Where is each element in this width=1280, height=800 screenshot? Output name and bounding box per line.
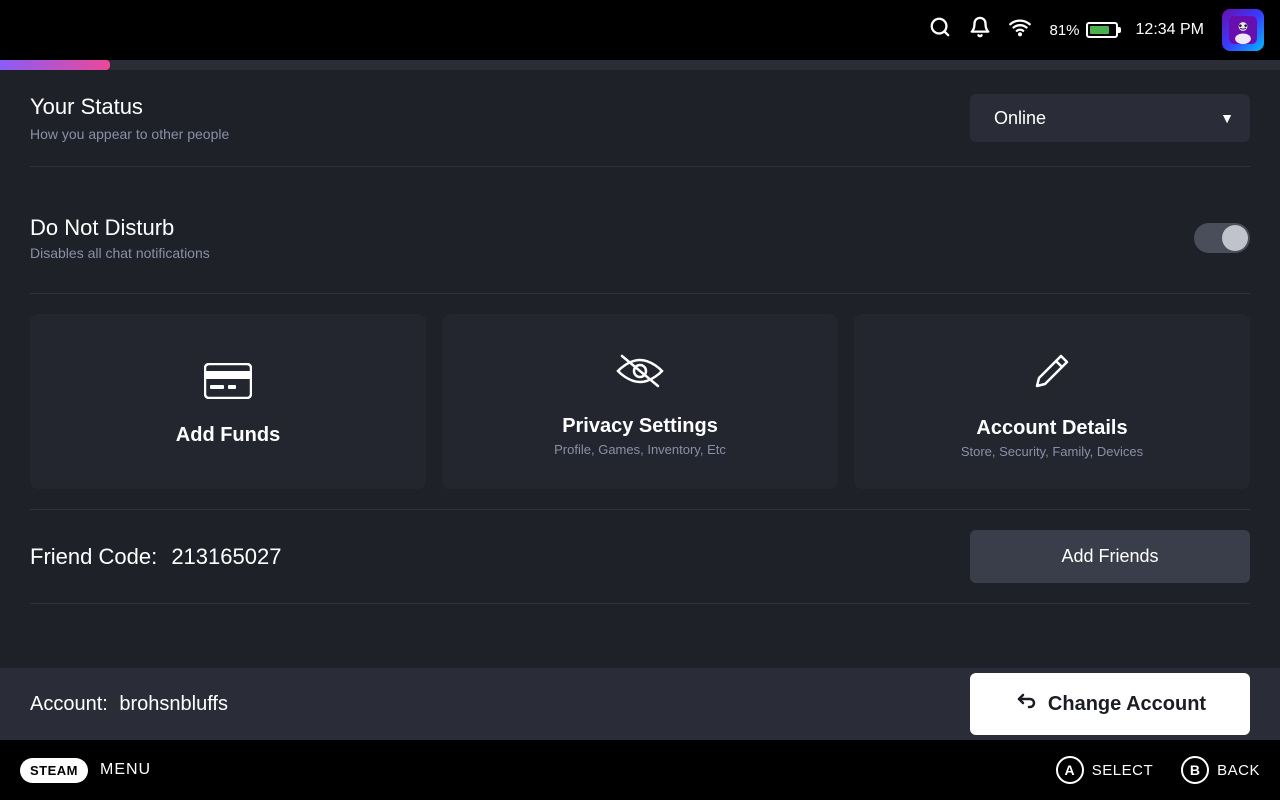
a-button: A	[1056, 756, 1084, 784]
top-bar-icons: 81% 12:34 PM	[929, 9, 1264, 51]
time-display: 12:34 PM	[1136, 21, 1204, 39]
status-description: How you appear to other people	[30, 126, 229, 142]
friend-code-text: Friend Code: 213165027	[30, 544, 281, 570]
privacy-settings-subtitle: Profile, Games, Inventory, Etc	[554, 442, 726, 457]
notification-icon[interactable]	[969, 16, 991, 44]
cards-section: Add Funds Privacy Settings Profile, Game…	[30, 294, 1250, 510]
credit-card-icon	[204, 363, 252, 408]
privacy-settings-card[interactable]: Privacy Settings Profile, Games, Invento…	[442, 314, 838, 489]
b-button: B	[1181, 756, 1209, 784]
toggle-knob	[1222, 225, 1248, 251]
status-section: Your Status How you appear to other peop…	[30, 70, 1250, 167]
status-dropdown[interactable]: Online Away Invisible Offline	[970, 94, 1250, 142]
dnd-label: Do Not Disturb	[30, 215, 210, 241]
dnd-toggle[interactable]	[1194, 223, 1250, 253]
add-funds-title: Add Funds	[176, 424, 280, 447]
rss-icon[interactable]	[1009, 16, 1031, 44]
eye-slash-icon	[614, 352, 666, 399]
status-row: Your Status How you appear to other peop…	[30, 94, 1250, 142]
select-action[interactable]: A SELECT	[1056, 756, 1153, 784]
back-action[interactable]: B BACK	[1181, 756, 1260, 784]
menu-label: MENU	[100, 761, 151, 779]
pencil-icon	[1031, 350, 1073, 401]
dnd-description: Disables all chat notifications	[30, 245, 210, 261]
account-details-title: Account Details	[976, 417, 1127, 440]
battery-fill	[1090, 26, 1109, 34]
dnd-left: Do Not Disturb Disables all chat notific…	[30, 215, 210, 261]
main-content: Your Status How you appear to other peop…	[0, 70, 1280, 740]
battery-percent-label: 81%	[1049, 22, 1079, 39]
progress-strip	[0, 60, 1280, 70]
status-label: Your Status	[30, 94, 229, 120]
dnd-row: Do Not Disturb Disables all chat notific…	[30, 191, 1250, 269]
bottom-bar: STEAM MENU A SELECT B BACK	[0, 740, 1280, 800]
privacy-settings-title: Privacy Settings	[562, 415, 718, 438]
battery-info: 81%	[1049, 22, 1117, 39]
change-account-icon	[1014, 689, 1038, 719]
avatar[interactable]	[1222, 9, 1264, 51]
steam-menu: STEAM MENU	[20, 758, 151, 783]
status-left: Your Status How you appear to other peop…	[30, 94, 229, 142]
add-funds-card[interactable]: Add Funds	[30, 314, 426, 489]
account-username: brohsnbluffs	[119, 693, 228, 715]
battery-bar	[1086, 22, 1118, 38]
dnd-section: Do Not Disturb Disables all chat notific…	[30, 167, 1250, 294]
change-account-label: Change Account	[1048, 693, 1206, 716]
cards-row: Add Funds Privacy Settings Profile, Game…	[30, 314, 1250, 489]
friend-code-value: 213165027	[171, 544, 281, 569]
search-icon[interactable]	[929, 16, 951, 44]
top-bar: 81% 12:34 PM	[0, 0, 1280, 60]
account-details-subtitle: Store, Security, Family, Devices	[961, 444, 1143, 459]
change-account-button[interactable]: Change Account	[970, 673, 1250, 735]
account-label: Account:	[30, 693, 108, 715]
account-text: Account: brohsnbluffs	[30, 693, 228, 716]
back-label: BACK	[1217, 762, 1260, 779]
account-details-card[interactable]: Account Details Store, Security, Family,…	[854, 314, 1250, 489]
select-label: SELECT	[1092, 762, 1153, 779]
friend-code-label: Friend Code:	[30, 544, 157, 569]
progress-fill	[0, 60, 110, 70]
steam-badge[interactable]: STEAM	[20, 758, 88, 783]
bottom-actions: A SELECT B BACK	[1056, 756, 1260, 784]
account-bar: Account: brohsnbluffs Change Account	[0, 668, 1280, 740]
status-dropdown-wrapper[interactable]: Online Away Invisible Offline ▼	[970, 94, 1250, 142]
friend-code-row: Friend Code: 213165027 Add Friends	[30, 510, 1250, 604]
add-friends-button[interactable]: Add Friends	[970, 530, 1250, 583]
